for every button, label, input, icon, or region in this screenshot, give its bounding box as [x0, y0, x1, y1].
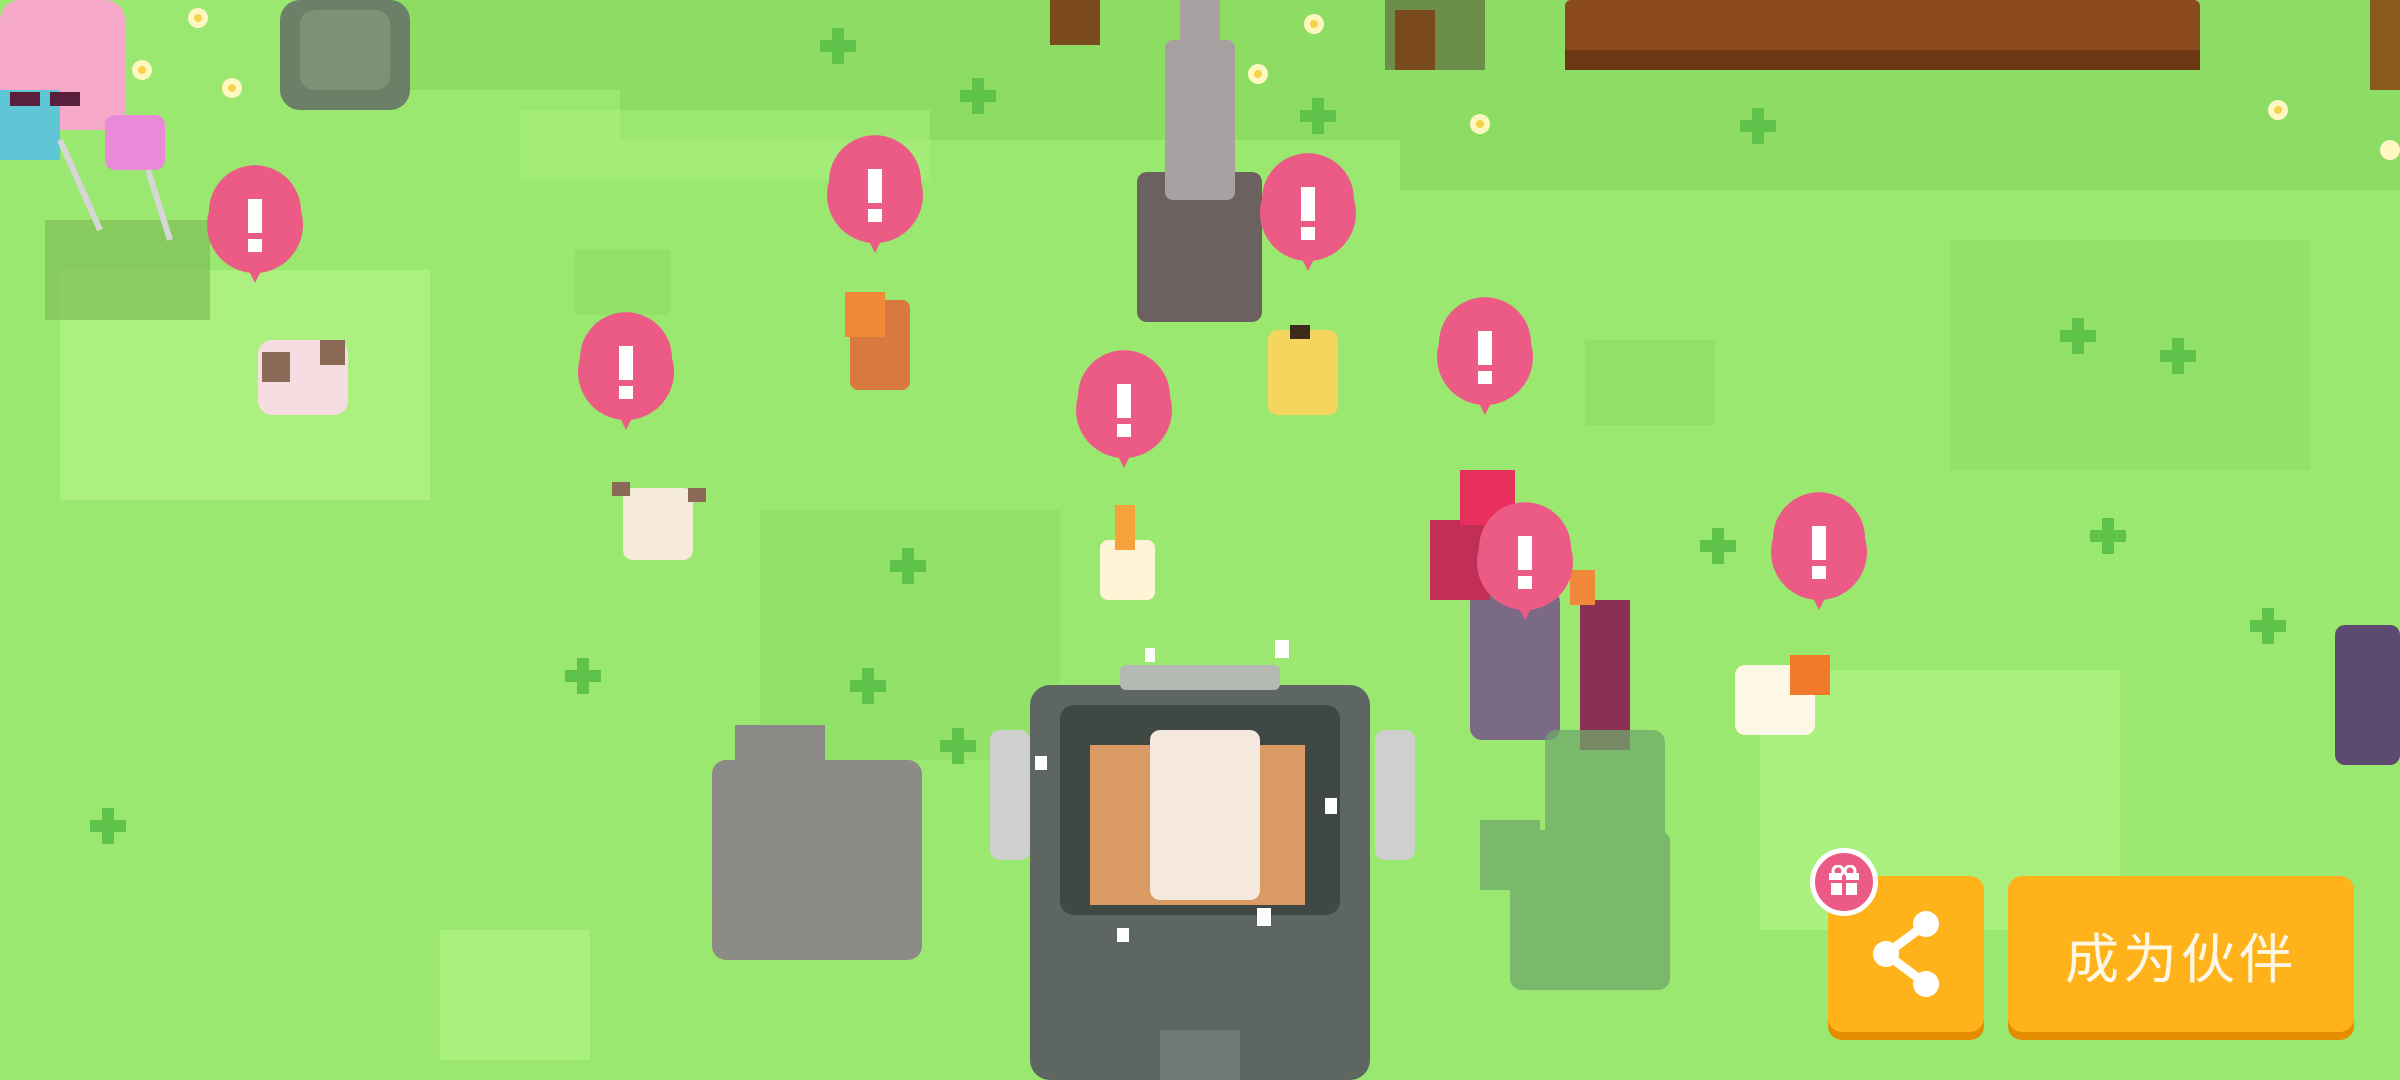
dark-grass-patch [575, 250, 670, 315]
cooking-pot [990, 665, 1415, 1080]
pokemon-piglet [612, 482, 706, 560]
pokemon-vulpix [845, 292, 910, 390]
gray-rock-block [300, 10, 390, 90]
gift-icon [1829, 865, 1859, 895]
tree-trunk [1395, 10, 1435, 70]
gray-rhyhorn-silhouette [712, 725, 922, 960]
dark-grass-patch [1585, 340, 1715, 425]
become-partner-button[interactable]: 成为伙伴 [2008, 876, 2354, 1032]
dark-grass-patch [760, 510, 1060, 760]
pokemon-whimsicott [258, 340, 348, 415]
tree-trunk [1050, 0, 1100, 45]
light-grass-patch [440, 930, 590, 1060]
dark-pokemon-edge [2335, 625, 2400, 765]
pokemon-psyduck [1268, 325, 1338, 415]
wooden-fence-base [1565, 50, 2200, 70]
share-icon [1873, 911, 1939, 997]
become-partner-label: 成为伙伴 [2065, 927, 2297, 991]
tree-trunk [2370, 0, 2400, 90]
gift-badge[interactable] [1810, 848, 1878, 916]
dark-grass-patch [1950, 240, 2310, 470]
